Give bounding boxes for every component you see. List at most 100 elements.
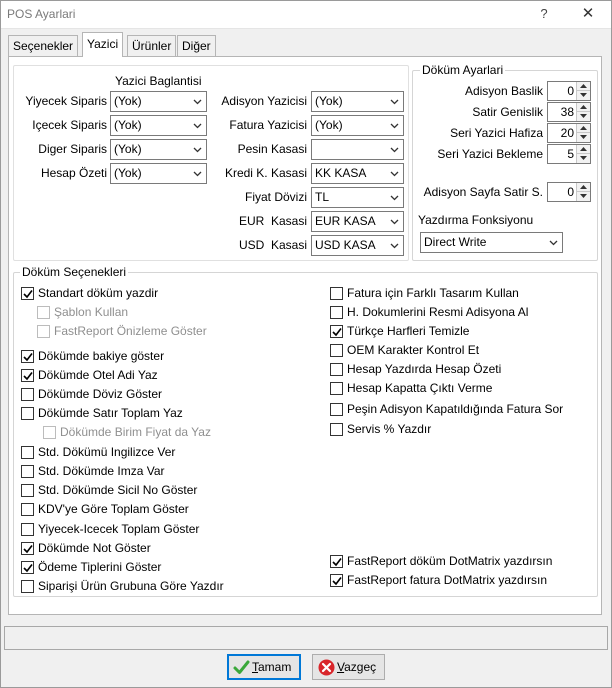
tab-panel-yazici: Yazici Baglantisi Yiyecek Siparis (Yok) …: [8, 56, 602, 615]
checkbox-empty-icon[interactable]: [21, 407, 34, 420]
checkbox-checked-icon[interactable]: [330, 574, 343, 587]
checkbox-label: Dökümde Döviz Göster: [38, 387, 163, 401]
adisyon-yazicisi-select[interactable]: (Yok): [311, 91, 404, 112]
checkbox-label: OEM Karakter Kontrol Et: [347, 343, 480, 357]
chevron-down-icon: [390, 121, 399, 130]
checkbox-empty-icon[interactable]: [21, 580, 34, 593]
checkbox-label: Dökümde Satır Toplam Yaz: [38, 406, 183, 420]
pesin-kasasi-select[interactable]: [311, 139, 404, 160]
checkbox-checked-icon[interactable]: [330, 325, 343, 338]
dokum-ayarlari-title: Döküm Ayarlari: [420, 63, 506, 77]
checkbox-checked-icon[interactable]: [21, 369, 34, 382]
checkbox-label: FastReport döküm DotMatrix yazdırsın: [347, 554, 553, 568]
checkbox-empty-icon[interactable]: [330, 344, 343, 357]
hesap-ozeti-select[interactable]: (Yok): [110, 163, 207, 184]
adisyon-sayfa-satir-spinner[interactable]: 0: [547, 182, 591, 202]
checkbox-empty-icon[interactable]: [21, 503, 34, 516]
seri-yazici-hafiza-label: Seri Yazici Hafiza: [450, 126, 543, 140]
checkbox-empty-icon[interactable]: [330, 287, 343, 300]
chevron-down-icon: [390, 145, 399, 154]
chevron-down-icon: [193, 97, 202, 106]
chevron-down-icon: [549, 238, 558, 247]
checkbox-checked-icon[interactable]: [330, 555, 343, 568]
checkbox-label: Dökümde Otel Adi Yaz: [38, 368, 158, 382]
yiyecek-siparis-label: Yiyecek Siparis: [25, 94, 107, 108]
checkbox-checked-icon[interactable]: [21, 542, 34, 555]
spin-down-icon[interactable]: [577, 133, 590, 142]
checkbox-empty-icon[interactable]: [330, 382, 343, 395]
chevron-down-icon: [390, 169, 399, 178]
chevron-down-icon: [390, 97, 399, 106]
fatura-yazicisi-select[interactable]: (Yok): [311, 115, 404, 136]
close-button[interactable]: ✕: [578, 4, 598, 24]
checkbox-empty-icon[interactable]: [21, 465, 34, 478]
checkbox-label: Std. Dökümde Sicil No Göster: [38, 483, 198, 497]
seri-yazici-bekleme-label: Seri Yazici Bekleme: [437, 147, 543, 161]
tab-urunler[interactable]: Ürünler: [127, 35, 177, 56]
spin-up-icon[interactable]: [577, 103, 590, 112]
checkbox-empty-icon[interactable]: [330, 403, 343, 416]
checkbox-empty-icon[interactable]: [330, 363, 343, 376]
checkbox-label: Std. Dökümü Ingilizce Ver: [38, 445, 176, 459]
adisyon-yazicisi-label: Adisyon Yazicisi: [221, 94, 307, 108]
tab-secenekler[interactable]: Seçenekler: [8, 35, 79, 56]
checkbox-label: Servis % Yazdır: [347, 422, 432, 436]
dokum-secenekleri-title: Döküm Seçenekleri: [20, 265, 129, 279]
chevron-down-icon: [193, 169, 202, 178]
diger-siparis-label: Diger Siparis: [38, 142, 107, 156]
checkbox-label: Türkçe Harfleri Temizle: [347, 324, 470, 338]
yiyecek-siparis-select[interactable]: (Yok): [110, 91, 207, 112]
yazdirma-fonksiyonu-label: Yazdırma Fonksiyonu: [418, 213, 534, 227]
checkbox-label: Dökümde Birim Fiyat da Yaz: [60, 425, 211, 439]
tab-diger[interactable]: Diğer: [177, 35, 216, 56]
checkbox-empty-icon[interactable]: [21, 523, 34, 536]
checkbox-label: FastReport fatura DotMatrix yazdırsın: [347, 573, 548, 587]
checkbox-label: Dökümde bakiye göster: [38, 349, 165, 363]
spin-down-icon[interactable]: [577, 192, 590, 201]
spin-down-icon[interactable]: [577, 91, 590, 100]
spin-down-icon[interactable]: [577, 154, 590, 163]
hesap-ozeti-label: Hesap Özeti: [40, 166, 107, 180]
diger-siparis-select[interactable]: (Yok): [110, 139, 207, 160]
tamam-button[interactable]: Tamam: [227, 654, 301, 680]
checkbox-empty-icon[interactable]: [21, 446, 34, 459]
help-button[interactable]: ?: [534, 4, 554, 24]
spin-down-icon[interactable]: [577, 112, 590, 121]
satir-genislik-spinner[interactable]: 38: [547, 102, 591, 122]
checkbox-empty-icon[interactable]: [21, 388, 34, 401]
fiyat-dovizi-select[interactable]: TL: [311, 187, 404, 208]
checkbox-label: Siparişi Ürün Grubuna Göre Yazdır: [38, 579, 224, 593]
vazgec-button[interactable]: Vazgeç: [312, 654, 385, 680]
seri-yazici-bekleme-spinner[interactable]: 5: [547, 144, 591, 164]
adisyon-baslik-label: Adisyon Baslik: [464, 84, 543, 98]
icecek-siparis-select[interactable]: (Yok): [110, 115, 207, 136]
checkbox-empty-icon[interactable]: [330, 306, 343, 319]
checkbox-checked-icon[interactable]: [21, 561, 34, 574]
spin-up-icon[interactable]: [577, 145, 590, 154]
chevron-down-icon: [390, 193, 399, 202]
checkbox-label: Şablon Kullan: [54, 305, 129, 319]
chevron-down-icon: [390, 217, 399, 226]
spin-up-icon[interactable]: [577, 82, 590, 91]
checkbox-empty-icon[interactable]: [21, 484, 34, 497]
checkbox-checked-icon[interactable]: [21, 350, 34, 363]
checkbox-empty-icon: [37, 306, 50, 319]
chevron-down-icon: [193, 145, 202, 154]
seri-yazici-hafiza-spinner[interactable]: 20: [547, 123, 591, 143]
checkbox-empty-icon[interactable]: [330, 423, 343, 436]
yazdirma-fonksiyonu-select[interactable]: Direct Write: [420, 232, 563, 253]
spin-up-icon[interactable]: [577, 183, 590, 192]
checkbox-label: FastReport Önizleme Göster: [54, 324, 207, 338]
adisyon-baslik-spinner[interactable]: 0: [547, 81, 591, 101]
usd-kasasi-select[interactable]: USD KASA: [311, 235, 404, 256]
spin-up-icon[interactable]: [577, 124, 590, 133]
fiyat-dovizi-label: Fiyat Dövizi: [244, 190, 307, 204]
tab-yazici[interactable]: Yazici: [82, 32, 124, 57]
chevron-down-icon: [193, 121, 202, 130]
fatura-yazicisi-label: Fatura Yazicisi: [229, 118, 307, 132]
checkbox-checked-icon[interactable]: [21, 287, 34, 300]
checkbox-label: Yiyecek-Icecek Toplam Göster: [38, 522, 200, 536]
checkbox-label: Fatura için Farklı Tasarım Kullan: [347, 286, 519, 300]
eur-kasasi-select[interactable]: EUR KASA: [311, 211, 404, 232]
kredi-kasasi-select[interactable]: KK KASA: [311, 163, 404, 184]
